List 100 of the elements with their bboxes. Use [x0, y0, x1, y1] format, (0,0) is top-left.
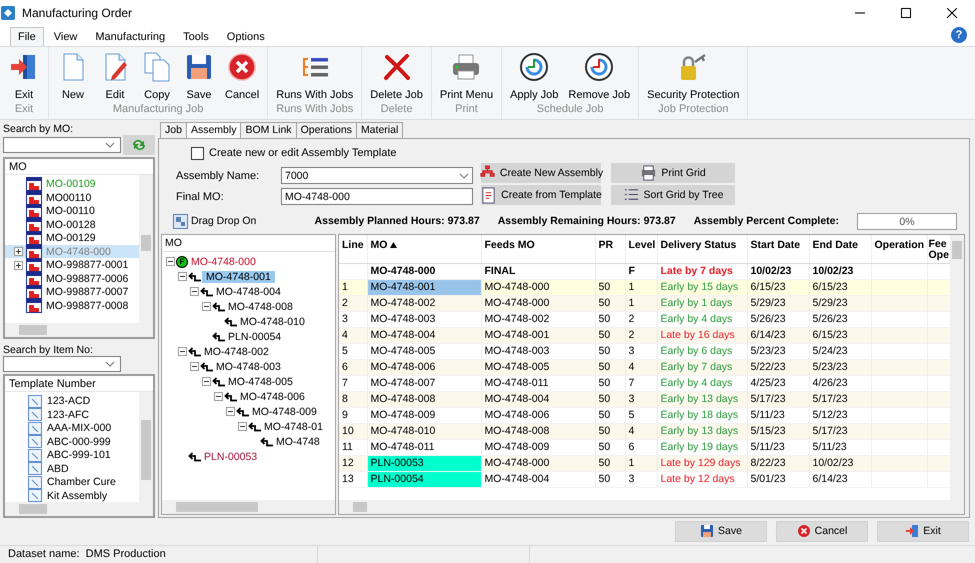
- tree-node[interactable]: MO-4748-01: [262, 420, 325, 433]
- refresh-button[interactable]: [123, 135, 155, 156]
- footer-button[interactable]: Save: [675, 520, 767, 542]
- horizontal-scrollbar[interactable]: [5, 502, 153, 516]
- column-header[interactable]: Delivery Status: [660, 239, 736, 252]
- column-header[interactable]: Start Date: [750, 239, 800, 252]
- menu-tab[interactable]: View: [46, 27, 86, 46]
- column-header[interactable]: PR: [598, 239, 614, 252]
- tab[interactable]: Assembly: [186, 122, 242, 138]
- assembly-name-combo[interactable]: 7000: [281, 167, 473, 184]
- horizontal-scrollbar[interactable]: [162, 500, 335, 514]
- help-button[interactable]: ?: [951, 27, 967, 44]
- list-item[interactable]: MO-998877-0007: [45, 286, 128, 298]
- horizontal-scrollbar[interactable]: [339, 500, 964, 514]
- ribbon-button[interactable]: Cancel: [220, 47, 264, 104]
- list-item[interactable]: MO-00109: [45, 178, 96, 190]
- list-item[interactable]: 123-AFC: [46, 408, 90, 421]
- toolbar-button[interactable]: Print Grid: [611, 163, 735, 184]
- selected-cell[interactable]: MO-4748-001: [367, 279, 481, 296]
- tab[interactable]: BOM Link: [240, 122, 297, 138]
- list-item[interactable]: ABD: [46, 462, 69, 475]
- column-header[interactable]: MO: [370, 239, 388, 252]
- tree-node[interactable]: MO-4748-010: [238, 316, 307, 328]
- ribbon-button[interactable]: Edit: [94, 47, 136, 104]
- ribbon-button[interactable]: Runs With Jobs: [271, 47, 358, 104]
- toolbar-button[interactable]: Sort Grid by Tree: [611, 185, 735, 206]
- list-item[interactable]: 123-ACD: [46, 395, 90, 408]
- ribbon-button[interactable]: Print Menu: [434, 47, 498, 104]
- ribbon-button[interactable]: Remove Job: [563, 47, 636, 104]
- vertical-scrollbar[interactable]: [139, 175, 153, 324]
- list-item[interactable]: Chamber Cure: [46, 476, 116, 488]
- expand-icon[interactable]: [14, 260, 23, 270]
- expander-icon[interactable]: [178, 347, 187, 356]
- expand-icon[interactable]: [14, 247, 23, 256]
- checkbox[interactable]: [191, 146, 204, 160]
- column-header[interactable]: Level: [628, 239, 656, 252]
- list-item[interactable]: Kit Assembly: [46, 490, 108, 502]
- list-item[interactable]: MO-998877-0008: [45, 300, 128, 312]
- ribbon-button[interactable]: Exit: [3, 47, 45, 104]
- list-item[interactable]: MO-998877-0006: [45, 272, 128, 285]
- list-item[interactable]: ABC-999-101: [46, 449, 111, 462]
- footer-button[interactable]: Exit: [877, 520, 969, 542]
- footer-button[interactable]: Cancel: [776, 520, 868, 542]
- expander-icon[interactable]: [226, 407, 235, 416]
- drag-drop-button[interactable]: Drag Drop On: [173, 214, 256, 229]
- column-header[interactable]: Operation: [874, 239, 924, 252]
- ribbon-button[interactable]: Security Protection: [642, 47, 744, 104]
- expander-icon[interactable]: [238, 422, 247, 432]
- menu-tab[interactable]: Tools: [175, 27, 217, 46]
- expander-icon[interactable]: [166, 257, 175, 266]
- column-header[interactable]: End Date: [812, 239, 858, 252]
- group-label: Exit: [14, 103, 34, 118]
- tree-node[interactable]: MO-4748-002: [202, 346, 271, 358]
- list-item[interactable]: MO00110: [45, 192, 92, 204]
- toolbar-button[interactable]: Create from Template: [481, 185, 601, 206]
- horizontal-scrollbar[interactable]: [5, 323, 153, 338]
- ribbon-button[interactable]: Copy: [136, 47, 178, 104]
- expander-icon[interactable]: [214, 392, 223, 402]
- expander-icon[interactable]: [202, 377, 211, 386]
- list-item[interactable]: MO-998877-0001: [45, 259, 128, 272]
- tree-node[interactable]: MO-4748-005: [226, 376, 295, 388]
- column-header[interactable]: Feeds MO: [484, 239, 535, 252]
- menu-tab[interactable]: Manufacturing: [87, 27, 174, 46]
- final-mo-field[interactable]: MO-4748-000: [281, 188, 473, 206]
- tree-node[interactable]: MO-4748-008: [226, 300, 295, 313]
- search-combo[interactable]: [3, 137, 121, 154]
- ribbon-button[interactable]: New: [52, 47, 94, 104]
- column-header[interactable]: Fee Ope: [928, 239, 950, 262]
- tree-node[interactable]: MO-4748-006: [238, 390, 307, 403]
- tree-node[interactable]: MO-4748-009: [250, 406, 319, 418]
- tree-node[interactable]: MO-4748-004: [214, 286, 283, 298]
- list-item[interactable]: MO-00129: [45, 232, 96, 244]
- tree-node[interactable]: PLN-00054: [226, 330, 284, 343]
- expander-icon[interactable]: [202, 302, 211, 312]
- tab[interactable]: Job: [160, 122, 187, 138]
- list-item[interactable]: ABC-000-999: [46, 436, 111, 448]
- expander-icon[interactable]: [190, 287, 199, 296]
- menu-tab[interactable]: File: [10, 27, 44, 46]
- list-item[interactable]: MO-00128: [45, 218, 96, 231]
- ribbon-button[interactable]: Delete Job: [365, 47, 428, 104]
- tab[interactable]: Operations: [296, 122, 357, 138]
- list-item[interactable]: AAA-MIX-000: [46, 422, 112, 434]
- vertical-scrollbar[interactable]: [139, 392, 153, 502]
- tab[interactable]: Material: [356, 122, 404, 138]
- list-item[interactable]: MO-00110: [45, 205, 95, 218]
- tree-node[interactable]: PLN-00053: [202, 450, 260, 463]
- menu-tab[interactable]: Options: [218, 27, 273, 46]
- ribbon-button[interactable]: Apply Job: [505, 47, 564, 104]
- column-header[interactable]: Line: [342, 239, 364, 252]
- search-combo[interactable]: [3, 356, 121, 372]
- expander-icon[interactable]: [178, 272, 187, 282]
- tree-node[interactable]: MO-4748-000: [189, 256, 258, 268]
- table-cell: 10/02/23: [812, 265, 854, 278]
- toolbar-button[interactable]: Create New Assembly: [481, 163, 601, 184]
- expander-icon[interactable]: [190, 362, 199, 372]
- vertical-scrollbar[interactable]: [950, 235, 964, 500]
- tree-node[interactable]: MO-4748-003: [214, 360, 283, 373]
- tree-node[interactable]: MO-4748: [274, 436, 322, 448]
- checkbox-label[interactable]: Create new or edit Assembly Template: [209, 147, 396, 160]
- ribbon-button[interactable]: Save: [178, 47, 220, 104]
